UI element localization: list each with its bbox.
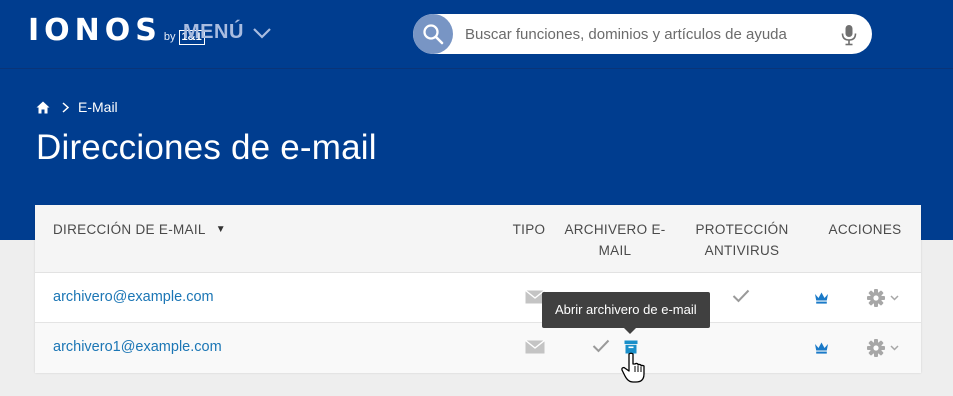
chevron-down-icon[interactable] bbox=[890, 295, 899, 301]
column-header-archive: ARCHIVERO E- MAIL bbox=[561, 219, 669, 261]
table-row: archivero@example.com bbox=[35, 273, 921, 323]
column-header-archive-line2: MAIL bbox=[598, 243, 632, 258]
search-bar bbox=[413, 14, 872, 54]
email-address-link[interactable]: archivero@example.com bbox=[53, 289, 214, 305]
search-icon[interactable] bbox=[413, 14, 453, 54]
envelope-icon bbox=[525, 340, 545, 354]
top-navigation: IONOS by 1&1 MENÚ bbox=[0, 0, 953, 69]
gear-icon[interactable] bbox=[866, 338, 886, 358]
check-icon bbox=[592, 339, 610, 353]
sort-down-icon[interactable]: ▼ bbox=[216, 219, 226, 240]
search-input[interactable] bbox=[465, 14, 825, 54]
column-header-archive-line1: ARCHIVERO E- bbox=[564, 222, 666, 237]
ionos-logo[interactable]: IONOS by 1&1 bbox=[28, 14, 205, 48]
email-table: DIRECCIÓN DE E-MAIL ▼ TIPO ARCHIVERO E- … bbox=[35, 205, 921, 373]
email-address-link[interactable]: archivero1@example.com bbox=[53, 339, 222, 355]
menu-label: MENÚ bbox=[183, 21, 244, 43]
column-header-antivirus-line2: ANTIVIRUS bbox=[704, 243, 780, 258]
table-row: archivero1@example.com bbox=[35, 323, 921, 373]
check-icon bbox=[732, 289, 750, 303]
crown-icon[interactable] bbox=[814, 341, 829, 354]
chevron-down-icon bbox=[252, 27, 272, 39]
breadcrumb: E-Mail bbox=[36, 99, 118, 115]
column-header-actions: ACCIONES bbox=[828, 222, 902, 237]
chevron-down-icon[interactable] bbox=[890, 345, 899, 351]
column-header-antivirus-line1: PROTECCIÓN bbox=[695, 222, 789, 237]
tooltip-arrow bbox=[624, 328, 636, 334]
chevron-right-icon bbox=[62, 101, 69, 113]
menu-button[interactable]: MENÚ bbox=[183, 21, 272, 44]
tooltip-text: Abrir archivero de e-mail bbox=[555, 302, 697, 317]
microphone-icon[interactable] bbox=[841, 24, 857, 51]
gear-icon[interactable] bbox=[866, 288, 886, 308]
page-title: Direcciones de e-mail bbox=[36, 128, 377, 167]
home-icon[interactable] bbox=[36, 101, 50, 114]
column-header-antivirus: PROTECCIÓN ANTIVIRUS bbox=[685, 219, 799, 261]
logo-by: by bbox=[163, 31, 176, 43]
column-header-type: TIPO bbox=[512, 222, 546, 237]
tooltip: Abrir archivero de e-mail bbox=[542, 292, 710, 334]
crown-icon[interactable] bbox=[814, 291, 829, 304]
hand-cursor-icon bbox=[620, 352, 648, 389]
column-header-email-label: DIRECCIÓN DE E-MAIL bbox=[53, 222, 206, 237]
logo-text: IONOS bbox=[28, 13, 162, 48]
table-header: DIRECCIÓN DE E-MAIL ▼ TIPO ARCHIVERO E- … bbox=[35, 205, 921, 273]
breadcrumb-current[interactable]: E-Mail bbox=[78, 99, 118, 115]
column-header-email[interactable]: DIRECCIÓN DE E-MAIL ▼ bbox=[53, 219, 226, 240]
